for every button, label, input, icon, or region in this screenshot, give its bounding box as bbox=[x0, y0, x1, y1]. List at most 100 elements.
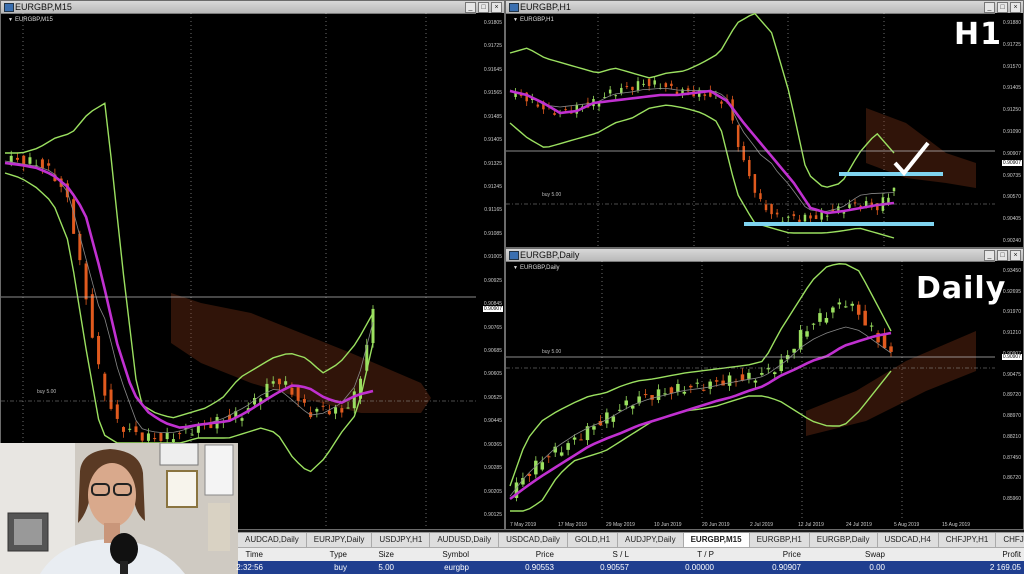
column-header[interactable]: Price bbox=[783, 548, 801, 561]
column-header[interactable]: Swap bbox=[865, 548, 885, 561]
candle-body bbox=[240, 418, 244, 421]
price-tick-label: 0.91970 bbox=[1002, 309, 1021, 316]
column-header[interactable]: Type bbox=[330, 548, 347, 561]
chart-tab[interactable]: EURGBP,H1 bbox=[750, 533, 810, 547]
chart-tab[interactable]: CHFJPY,H1 bbox=[939, 533, 997, 547]
candle-body bbox=[296, 387, 300, 401]
candle-body bbox=[848, 204, 851, 208]
candle-body bbox=[572, 437, 577, 440]
ichimoku-cloud bbox=[171, 293, 431, 413]
date-tick-label: 5 Aug 2019 bbox=[894, 522, 920, 528]
bollinger-middle-line bbox=[509, 87, 895, 212]
candle-body bbox=[708, 381, 712, 389]
candle-body bbox=[703, 94, 707, 96]
maximize-icon[interactable]: □ bbox=[997, 250, 1008, 261]
candle-body bbox=[844, 306, 848, 308]
bollinger-lower-band bbox=[509, 104, 895, 239]
bollinger-upper-band bbox=[509, 13, 895, 188]
minimize-icon[interactable]: _ bbox=[984, 250, 995, 261]
price-tick-label: 0.90525 bbox=[483, 394, 502, 401]
chart-tab[interactable]: EURGBP,M15 bbox=[683, 533, 750, 547]
minimize-icon[interactable]: _ bbox=[984, 2, 995, 13]
chart-tab[interactable]: USDJPY,H1 bbox=[372, 533, 431, 547]
price-tick-label: 0.91405 bbox=[483, 137, 502, 144]
date-tick-label: 29 May 2019 bbox=[606, 522, 635, 528]
price-axis: 0.91805 0.91725 0.91645 0.91565 0.91485 0.914… bbox=[476, 13, 504, 529]
candle-body bbox=[748, 160, 751, 177]
chart-tab[interactable]: GOLD,H1 bbox=[568, 533, 619, 547]
chart-tab[interactable]: AUDJPY,Daily bbox=[618, 533, 684, 547]
column-header[interactable]: Symbol bbox=[442, 548, 469, 561]
candle-body bbox=[546, 456, 551, 458]
candle-body bbox=[686, 88, 690, 92]
column-header[interactable]: T / P bbox=[697, 548, 714, 561]
close-icon[interactable]: × bbox=[1010, 250, 1021, 261]
candle-body bbox=[618, 409, 622, 411]
bollinger-upper-band bbox=[509, 263, 892, 487]
window-title: EURGBP,M15 bbox=[15, 2, 72, 12]
candle-body bbox=[165, 432, 169, 440]
candle-body bbox=[271, 381, 275, 384]
candle-body bbox=[766, 368, 771, 370]
chart-tab[interactable]: USDCAD,Daily bbox=[499, 533, 568, 547]
price-tick-label: 0.90570 bbox=[1002, 194, 1021, 201]
candle-body bbox=[84, 263, 88, 300]
moving-average-line bbox=[509, 89, 895, 215]
chart-tab[interactable]: AUDUSD,Daily bbox=[430, 533, 500, 547]
close-icon[interactable]: × bbox=[491, 2, 502, 13]
candle-body bbox=[727, 375, 732, 386]
candle-body bbox=[631, 86, 634, 91]
candle-body bbox=[559, 452, 564, 456]
candle-body bbox=[809, 215, 812, 219]
trade-cell: 5.00 bbox=[378, 563, 394, 572]
chart-tab[interactable]: EURJPY,Daily bbox=[307, 533, 373, 547]
candle-body bbox=[97, 335, 101, 365]
price-tick-label: 0.90605 bbox=[483, 371, 502, 378]
candle-body bbox=[334, 407, 338, 414]
close-icon[interactable]: × bbox=[1010, 2, 1021, 13]
column-header[interactable]: Size bbox=[378, 548, 394, 561]
price-tick-label: 0.91565 bbox=[483, 90, 502, 97]
price-chart-h1[interactable] bbox=[506, 13, 997, 248]
candle-body bbox=[792, 214, 796, 217]
column-header[interactable]: Time bbox=[246, 548, 263, 561]
candle-body bbox=[831, 307, 835, 313]
price-tick-label: 0.90205 bbox=[483, 488, 502, 495]
chart-tab[interactable]: USDCAD,H4 bbox=[878, 533, 939, 547]
candle-body bbox=[770, 204, 773, 215]
chart-tab[interactable]: AUDCAD,Daily bbox=[238, 533, 307, 547]
trade-cell: buy bbox=[334, 563, 347, 572]
price-tick-label: 0.91570 bbox=[1002, 63, 1021, 70]
candle-body bbox=[787, 216, 790, 218]
column-header[interactable]: Profit bbox=[1002, 548, 1021, 561]
chart-tab[interactable]: CHFJPY,M5 bbox=[996, 533, 1024, 547]
candle-body bbox=[115, 404, 119, 419]
price-tick-label: 0.91485 bbox=[483, 113, 502, 120]
column-header[interactable]: Price bbox=[536, 548, 554, 561]
candle-body bbox=[134, 426, 138, 433]
candle-body bbox=[178, 433, 182, 435]
maximize-icon[interactable]: □ bbox=[478, 2, 489, 13]
candle-body bbox=[153, 438, 157, 440]
chart-window-daily[interactable]: EURGBP,Daily _ □ × ▼ EURGBP,Daily 0.93450 0.… bbox=[505, 248, 1024, 530]
candle-body bbox=[40, 159, 44, 169]
trade-cell: 2 169.05 bbox=[989, 563, 1021, 572]
maximize-icon[interactable]: □ bbox=[997, 2, 1008, 13]
candle-body bbox=[664, 83, 668, 88]
date-tick-label: 20 Jun 2019 bbox=[702, 522, 730, 528]
trade-row[interactable]: 2:32:56 buy 5.00 eurgbp 0.90553 0.90557 0.0000… bbox=[236, 561, 1024, 574]
column-header[interactable]: S / L bbox=[613, 548, 629, 561]
chart-window-h1[interactable]: EURGBP,H1 _ □ × ▼ EURGBP,H1 0.91880 0.91725 0… bbox=[505, 0, 1024, 248]
candle-body bbox=[753, 174, 757, 193]
minimize-icon[interactable]: _ bbox=[465, 2, 476, 13]
price-tick-label: 0.86720 bbox=[1002, 475, 1021, 482]
candle-body bbox=[869, 325, 874, 327]
presenter-video-frame bbox=[0, 443, 238, 574]
trade-table-header: Time Type Size Symbol Price S / L T / P Price Sw… bbox=[238, 547, 1024, 561]
chart-tab[interactable]: EURGBP,Daily bbox=[810, 533, 878, 547]
price-tick-label: 0.91325 bbox=[483, 160, 502, 167]
price-tick-label: 0.88970 bbox=[1002, 413, 1021, 420]
price-tick-label: 0.90907 bbox=[1002, 150, 1021, 157]
trade-cell: 0.90907 bbox=[772, 563, 801, 572]
candle-body bbox=[566, 443, 570, 450]
